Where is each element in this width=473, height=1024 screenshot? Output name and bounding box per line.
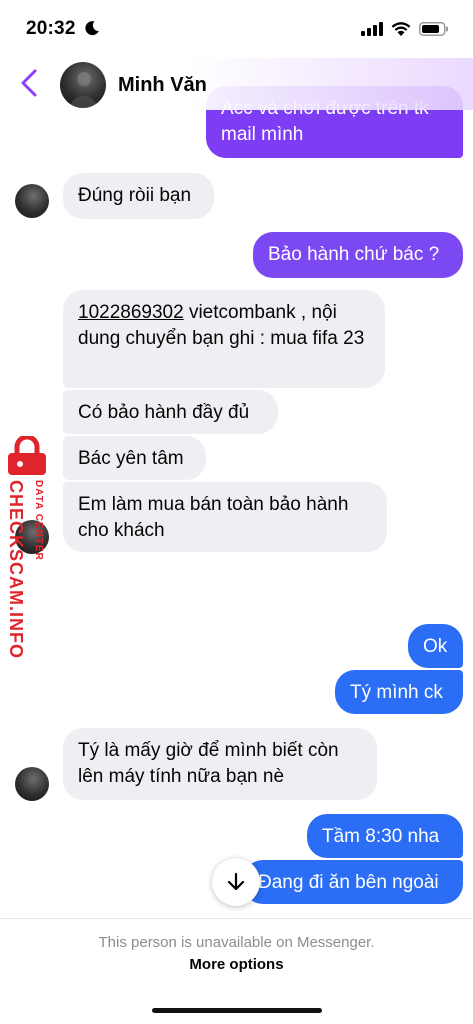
more-options-button[interactable]: More options — [0, 956, 473, 973]
message-bubble-incoming[interactable]: 1022869302 vietcombank , nội dung chuyển… — [63, 290, 385, 388]
status-time: 20:32 — [26, 18, 76, 39]
message-text: Đang đi ăn bên ngoài — [258, 872, 439, 893]
lock-icon — [8, 436, 46, 475]
status-bar: 20:32 — [0, 0, 473, 58]
chevron-left-icon[interactable] — [18, 68, 42, 98]
scroll-to-bottom-button[interactable] — [212, 858, 260, 906]
cellular-signal-icon — [361, 22, 383, 36]
message-text: Bảo hành chứ bác ? — [268, 244, 440, 265]
message-text: Em làm mua bán toàn bảo hành cho khách — [78, 494, 349, 541]
status-icons — [361, 22, 449, 36]
message-bubble-outgoing[interactable]: Tý mình ck — [335, 670, 463, 714]
message-bubble-outgoing[interactable]: Tầm 8:30 nha — [307, 814, 463, 858]
message-bubble-outgoing[interactable]: Đang đi ăn bên ngoài — [243, 860, 463, 904]
message-text: Bác yên tâm — [78, 448, 184, 469]
person-icon — [70, 72, 98, 108]
battery-icon — [419, 22, 448, 36]
message-bubble-outgoing[interactable]: Bảo hành chứ bác ? — [253, 232, 463, 278]
watermark: CHECKSCAM.INFO DATA CENTER — [2, 436, 50, 666]
message-text: Tý mình ck — [350, 682, 443, 703]
message-text: Tầm 8:30 nha — [322, 826, 440, 847]
message-bubble-incoming[interactable]: Đúng ròii bạn — [63, 173, 214, 219]
message-text: Đúng ròii bạn — [78, 185, 192, 206]
message-text: Có bảo hành đầy đủ — [78, 402, 250, 423]
unavailable-notice: This person is unavailable on Messenger. — [98, 934, 375, 951]
home-indicator[interactable] — [152, 1008, 322, 1013]
moon-icon — [85, 21, 99, 36]
conversation-header: Minh Văn — [0, 58, 473, 110]
message-text: Ok — [423, 636, 448, 657]
arrow-down-icon — [227, 872, 245, 891]
watermark-tagline: DATA CENTER — [33, 480, 44, 561]
contact-name[interactable]: Minh Văn — [118, 74, 207, 97]
divider — [0, 918, 473, 919]
avatar[interactable] — [15, 184, 49, 218]
message-bubble-incoming[interactable]: Bác yên tâm — [63, 436, 206, 480]
message-bubble-incoming[interactable]: Tý là mấy giờ để mình biết còn lên máy t… — [63, 728, 377, 800]
watermark-site: CHECKSCAM.INFO — [6, 480, 26, 659]
avatar[interactable] — [15, 767, 49, 801]
message-bubble-incoming[interactable]: Có bảo hành đầy đủ — [63, 390, 278, 434]
message-list[interactable]: Acc và chơi được trên tk mail mình Đúng … — [0, 58, 473, 920]
message-bubble-outgoing[interactable]: Ok — [408, 624, 463, 668]
message-bubble-incoming[interactable]: Em làm mua bán toàn bảo hành cho khách — [63, 482, 387, 552]
wifi-icon — [391, 22, 411, 36]
contact-avatar[interactable] — [60, 62, 106, 108]
account-number-link[interactable]: 1022869302 — [78, 302, 184, 323]
message-text: Tý là mấy giờ để mình biết còn lên máy t… — [78, 740, 339, 787]
